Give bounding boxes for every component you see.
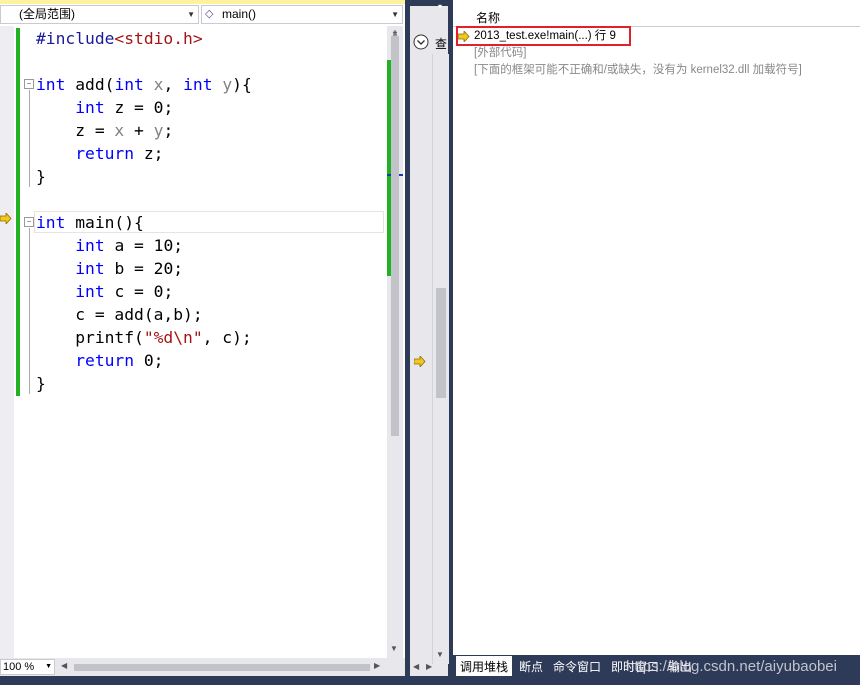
chevron-left-icon[interactable]: ◀ <box>61 661 67 670</box>
call-stack-pane <box>453 0 860 655</box>
highlight-box <box>456 26 631 46</box>
code-line: int z = 0; <box>75 98 174 117</box>
code-line: } <box>36 167 46 186</box>
chevron-down-icon: ▼ <box>187 10 195 19</box>
chevron-left-icon[interactable]: ◀ <box>413 662 419 671</box>
watermark: https://blog.csdn.net/aiyubaobei <box>626 658 837 675</box>
code-line: printf("%d\n", c); <box>36 328 252 347</box>
tab-call-stack[interactable]: 调用堆栈 <box>456 656 513 678</box>
scope-dropdown-label: (全局范围) <box>19 7 75 21</box>
pin-icon[interactable]: ▾ <box>438 2 442 11</box>
code-line: } <box>36 374 46 393</box>
code-line: return z; <box>75 144 164 163</box>
code-line: int a = 10; <box>75 236 184 255</box>
code-line: #include<stdio.h> <box>36 29 203 48</box>
code-line: return 0; <box>75 351 164 370</box>
code-line: int b = 20; <box>75 259 184 278</box>
editor-top-strip <box>0 0 405 4</box>
scope-dropdown[interactable]: (全局范围) ▼ <box>0 5 199 24</box>
chevron-down-icon: ▼ <box>45 663 52 670</box>
chevron-down-icon[interactable]: ▼ <box>390 644 398 653</box>
change-indicator-bar <box>16 28 20 396</box>
chevron-right-icon[interactable]: ▶ <box>374 661 380 670</box>
scroll-thumb[interactable] <box>391 36 399 436</box>
call-stack-header: 名称 <box>453 7 860 27</box>
disassembly-pane: ▾ 查 ▼ ◀ ▶ <box>410 0 449 676</box>
fold-guide <box>29 228 30 394</box>
code-line: int main(){ <box>36 213 144 232</box>
chevron-right-icon[interactable]: ▶ <box>426 662 432 671</box>
collapse-icon[interactable]: − <box>24 79 34 89</box>
zoom-dropdown[interactable]: 100 % ▼ <box>0 659 55 675</box>
breakpoint-gutter[interactable] <box>0 26 14 658</box>
chevron-down-icon[interactable]: ▼ <box>436 650 444 659</box>
call-stack-row[interactable]: [外部代码] <box>474 45 526 61</box>
pane-label: 查 <box>435 37 448 51</box>
function-dropdown-label: main() <box>222 7 257 21</box>
scroll-thumb[interactable] <box>74 664 370 671</box>
scroll-thumb[interactable] <box>436 288 446 398</box>
code-line: int c = 0; <box>75 282 174 301</box>
status-strip <box>0 676 860 685</box>
column-header-name[interactable]: 名称 <box>476 9 500 26</box>
fold-guide <box>29 90 30 187</box>
code-line: z = x + y; <box>36 121 174 140</box>
vertical-scrollbar[interactable]: ▼ <box>432 54 449 664</box>
method-icon: ◇ <box>205 8 214 20</box>
code-line: int add(int x, int y){ <box>36 75 252 94</box>
code-line: c = add(a,b); <box>36 305 203 324</box>
pane-top-strip <box>410 0 448 6</box>
tab-breakpoints[interactable]: 断点 <box>515 656 547 678</box>
collapse-icon[interactable]: − <box>24 217 34 227</box>
chevron-down-circle-icon[interactable] <box>413 34 429 50</box>
horizontal-scrollbar[interactable]: 100 % ▼ ◀ ▶ <box>0 658 405 676</box>
tab-command-window[interactable]: 命令窗口 <box>549 656 605 678</box>
chevron-down-icon: ▼ <box>391 10 399 19</box>
vertical-scrollbar[interactable]: ⇟ ▼ <box>387 26 403 658</box>
current-statement-arrow-icon <box>0 213 12 224</box>
call-stack-row[interactable]: [下面的框架可能不正确和/或缺失，没有为 kernel32.dll 加载符号] <box>474 62 802 78</box>
zoom-label: 100 % <box>3 661 35 673</box>
current-statement-arrow-icon <box>414 356 426 367</box>
function-dropdown[interactable]: ◇ main() ▼ <box>201 5 403 24</box>
code-editor: (全局范围) ▼ ◇ main() ▼ − − #include<stdio.h… <box>0 0 405 685</box>
